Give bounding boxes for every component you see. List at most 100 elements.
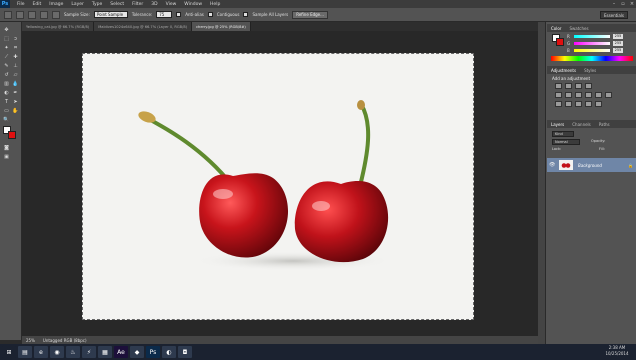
menu-image[interactable]: Image [45, 2, 67, 7]
menu-type[interactable]: Type [88, 2, 106, 7]
brush-tool-icon[interactable]: ✎ [3, 62, 10, 69]
move-tool-icon[interactable]: ✥ [3, 26, 10, 33]
sample-all-layers-checkbox[interactable] [243, 12, 249, 17]
blue-slider-track[interactable] [574, 48, 610, 52]
tab-swatches[interactable]: Swatches [565, 26, 592, 31]
tab-styles[interactable]: Styles [580, 68, 600, 73]
tab-adjustments[interactable]: Adjustments [547, 68, 580, 73]
subtract-selection-icon[interactable] [40, 10, 48, 19]
levels-icon[interactable] [565, 83, 572, 89]
magic-wand-tool-icon[interactable] [4, 10, 12, 19]
green-value[interactable]: 255 [613, 40, 623, 46]
gradient-map-icon[interactable] [585, 101, 592, 107]
winamp-icon[interactable]: ⚡ [82, 346, 96, 358]
red-slider[interactable]: R 255 [567, 33, 633, 39]
maximize-icon[interactable]: ▫ [619, 0, 627, 8]
green-slider-track[interactable] [574, 41, 610, 45]
layer-row-background[interactable]: 👁 Background 🔒 [547, 158, 636, 172]
screen-mode-icon[interactable]: ▣ [3, 153, 10, 160]
clone-stamp-icon[interactable]: ⊥ [12, 62, 19, 69]
healing-brush-icon[interactable]: ✚ [12, 53, 19, 60]
ie-icon[interactable]: e [34, 346, 48, 358]
tab-document-2[interactable]: Maldives1024x640.jpg @ 66.7% (Layer 0, R… [94, 22, 193, 31]
illustrator-icon[interactable]: ◆ [130, 346, 144, 358]
explorer-icon[interactable]: ▤ [18, 346, 32, 358]
red-slider-track[interactable] [574, 34, 610, 38]
camera-icon[interactable]: ◘ [178, 346, 192, 358]
menu-edit[interactable]: Edit [29, 2, 46, 7]
menu-layer[interactable]: Layer [67, 2, 88, 7]
visibility-eye-icon[interactable]: 👁 [549, 162, 555, 168]
blend-mode-select[interactable]: Normal [552, 139, 580, 145]
tab-layers[interactable]: Layers [547, 122, 568, 127]
posterize-icon[interactable] [565, 101, 572, 107]
contiguous-checkbox[interactable] [207, 12, 213, 17]
new-selection-icon[interactable] [16, 10, 24, 19]
invert-icon[interactable] [555, 101, 562, 107]
antialias-checkbox[interactable] [176, 12, 182, 17]
dodge-tool-icon[interactable]: ◐ [3, 89, 10, 96]
blur-tool-icon[interactable]: 💧 [12, 80, 19, 87]
media-icon[interactable]: ◐ [162, 346, 176, 358]
menu-view[interactable]: View [162, 2, 181, 7]
history-brush-icon[interactable]: ↺ [3, 71, 10, 78]
aftereffects-icon[interactable]: Ae [114, 346, 128, 358]
hand-tool-icon[interactable]: ✋ [12, 107, 19, 114]
menu-filter[interactable]: Filter [128, 2, 147, 7]
blue-value[interactable]: 255 [613, 47, 623, 53]
vibrance-icon[interactable] [555, 92, 562, 98]
threshold-icon[interactable] [575, 101, 582, 107]
lasso-tool-icon[interactable]: ↄ [12, 35, 19, 42]
selective-color-icon[interactable] [595, 101, 602, 107]
sample-size-select[interactable]: Point Sample [93, 11, 128, 18]
green-slider[interactable]: G 255 [567, 40, 633, 46]
hue-saturation-icon[interactable] [565, 92, 572, 98]
crop-tool-icon[interactable]: ⌗ [12, 44, 19, 51]
eraser-tool-icon[interactable]: ▱ [12, 71, 19, 78]
zoom-tool-icon[interactable]: 🔍 [3, 116, 10, 123]
folder-icon[interactable]: ▦ [98, 346, 112, 358]
tab-document-3[interactable]: cherry.jpg @ 25% (RGB/8#) [192, 22, 251, 31]
type-tool-icon[interactable]: T [3, 98, 10, 105]
tab-channels[interactable]: Channels [568, 122, 595, 127]
layer-kind-filter[interactable]: Kind [552, 131, 574, 137]
red-value[interactable]: 255 [613, 33, 623, 39]
magic-wand-icon[interactable]: ✦ [3, 44, 10, 51]
photoshop-icon[interactable]: Ps [146, 346, 160, 358]
tolerance-input[interactable]: 75 [156, 11, 173, 18]
color-balance-icon[interactable] [575, 92, 582, 98]
menu-select[interactable]: Select [106, 2, 128, 7]
blue-slider[interactable]: B 255 [567, 47, 633, 53]
color-ramp[interactable] [551, 56, 633, 61]
document-canvas[interactable] [82, 53, 474, 320]
menu-help[interactable]: Help [206, 2, 224, 7]
workspace-select[interactable]: Essentials [599, 11, 628, 19]
curves-icon[interactable] [575, 83, 582, 89]
steam-icon[interactable]: ♨ [66, 346, 80, 358]
windows-start-icon[interactable]: ⊞ [2, 346, 16, 358]
black-white-icon[interactable] [585, 92, 592, 98]
zoom-level[interactable]: 25% [26, 338, 35, 343]
background-color-swatch[interactable] [8, 131, 16, 139]
shape-tool-icon[interactable]: ▭ [3, 107, 10, 114]
add-selection-icon[interactable] [28, 10, 36, 19]
intersect-selection-icon[interactable] [52, 10, 60, 19]
photo-filter-icon[interactable] [595, 92, 602, 98]
path-selection-icon[interactable]: ➤ [12, 98, 19, 105]
brightness-icon[interactable] [555, 83, 562, 89]
minimize-icon[interactable]: – [610, 0, 618, 8]
taskbar-clock[interactable]: 2:38 AM 10/25/2014 [602, 345, 632, 357]
quick-mask-icon[interactable]: ◙ [3, 144, 10, 151]
close-icon[interactable]: × [628, 0, 636, 8]
menu-window[interactable]: Window [180, 2, 206, 7]
eyedropper-tool-icon[interactable]: ⟋ [3, 53, 10, 60]
refine-edge-button[interactable]: Refine Edge... [292, 10, 328, 19]
menu-3d[interactable]: 3D [147, 2, 161, 7]
menu-file[interactable]: File [13, 2, 29, 7]
channel-mixer-icon[interactable] [605, 92, 612, 98]
exposure-icon[interactable] [585, 83, 592, 89]
gradient-tool-icon[interactable]: ▥ [3, 80, 10, 87]
marquee-tool-icon[interactable]: ⬚ [3, 35, 10, 42]
color-bg-swatch[interactable] [556, 38, 564, 46]
tab-document-1[interactable]: Yellowing_cat.jpg @ 66.7% (RGB/8) [22, 22, 95, 31]
